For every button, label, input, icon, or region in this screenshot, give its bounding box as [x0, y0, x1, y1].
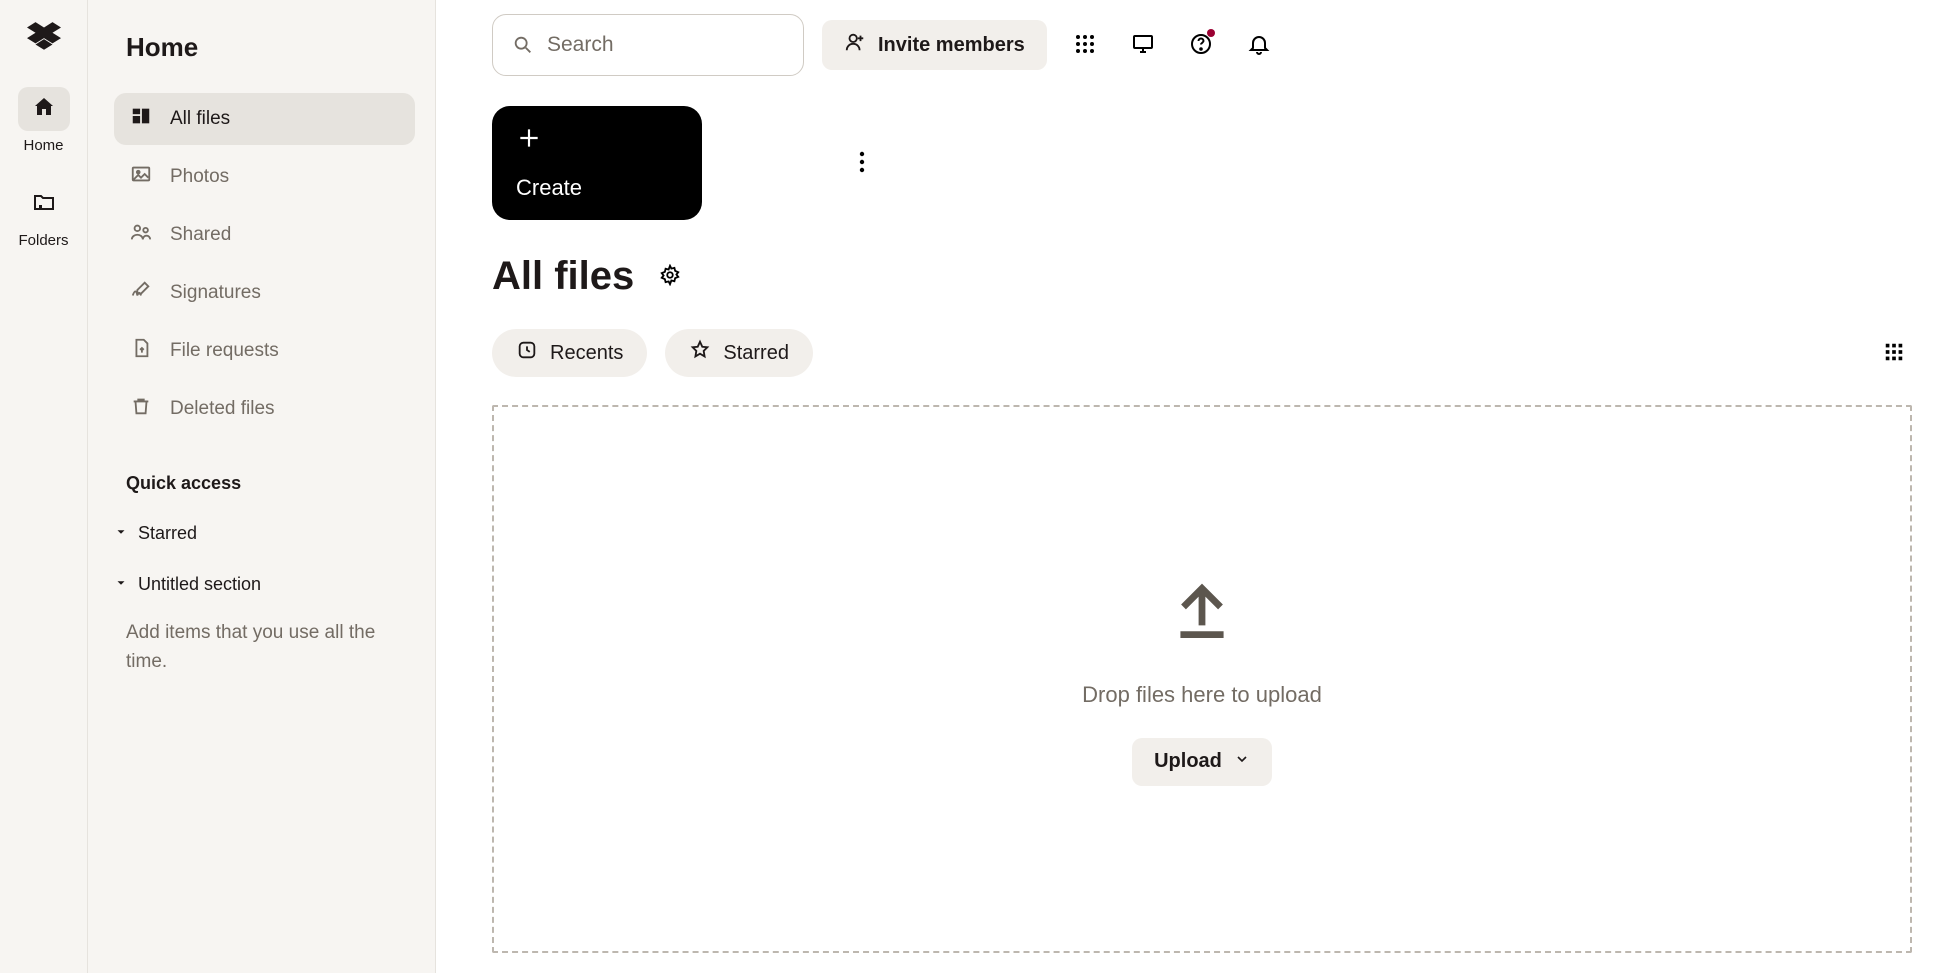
sidebar-item-photos[interactable]: Photos [114, 151, 415, 203]
chevron-down-icon [114, 574, 128, 595]
home-icon [32, 95, 56, 123]
quick-access-section-untitled[interactable]: Untitled section [114, 562, 415, 607]
quick-access-label: Quick access [126, 473, 241, 494]
sidebar-item-label: Photos [170, 166, 229, 188]
sidebar-item-shared[interactable]: Shared [114, 209, 415, 261]
invite-label: Invite members [878, 34, 1025, 57]
action-row: Create [492, 106, 1912, 220]
chevron-down-icon [114, 523, 128, 544]
rail-item-folders[interactable]: Folders [14, 182, 74, 249]
sidebar-item-all-files[interactable]: All files [114, 93, 415, 145]
notification-dot [1207, 29, 1215, 37]
create-button[interactable]: Create [492, 106, 702, 220]
upload-dropzone[interactable]: Drop files here to upload Upload [492, 405, 1912, 953]
upload-label: Upload [1154, 750, 1222, 773]
chip-label: Starred [723, 342, 789, 365]
sidebar-item-deleted-files[interactable]: Deleted files [114, 383, 415, 435]
shared-icon [130, 221, 152, 249]
kebab-icon [859, 150, 865, 177]
dropzone-text: Drop files here to upload [1082, 682, 1322, 708]
sidebar-item-label: Deleted files [170, 398, 275, 420]
topbar: Invite members [492, 10, 1912, 80]
page-title: All files [492, 254, 634, 299]
folder-settings-button[interactable] [654, 261, 686, 293]
search-input[interactable] [492, 14, 804, 76]
gear-icon [659, 264, 681, 289]
dropbox-logo-icon[interactable] [27, 20, 61, 59]
trash-icon [130, 395, 152, 423]
upload-button[interactable]: Upload [1132, 738, 1272, 786]
chip-label: Recents [550, 342, 623, 365]
app-rail: Home Folders [0, 0, 88, 973]
files-icon [130, 105, 152, 133]
section-label: Starred [138, 523, 197, 544]
filter-chips-row: Recents Starred [492, 329, 1912, 377]
search-wrap [492, 14, 804, 76]
notifications-button[interactable] [1239, 25, 1279, 65]
sidebar-item-label: Signatures [170, 282, 261, 304]
clock-icon [516, 339, 538, 367]
help-button[interactable] [1181, 25, 1221, 65]
rail-item-label: Home [23, 137, 63, 154]
quick-access-header: Quick access [114, 441, 415, 505]
add-quick-access-button[interactable] [375, 469, 403, 497]
star-icon [689, 339, 711, 367]
apps-grid-button[interactable] [1065, 25, 1105, 65]
bell-icon [1247, 32, 1271, 59]
page-title-row: All files [492, 254, 1912, 299]
folder-icon [32, 190, 56, 218]
grid-icon [1073, 32, 1097, 59]
photos-icon [130, 163, 152, 191]
grid-view-icon [1883, 341, 1905, 366]
chevron-down-icon [1234, 750, 1250, 773]
sidebar-item-label: Shared [170, 224, 231, 246]
rail-item-label: Folders [18, 232, 68, 249]
section-label: Untitled section [138, 574, 261, 595]
sidebar-item-label: All files [170, 108, 230, 130]
sidebar-item-file-requests[interactable]: File requests [114, 325, 415, 377]
quick-access-hint: Add items that you use all the time. [114, 613, 415, 676]
quick-access-section-starred[interactable]: Starred [114, 511, 415, 556]
chip-starred[interactable]: Starred [665, 329, 813, 377]
more-actions-button[interactable] [842, 143, 882, 183]
sidebar-title: Home [114, 32, 415, 87]
create-label: Create [516, 175, 582, 201]
sidebar-item-signatures[interactable]: Signatures [114, 267, 415, 319]
invite-members-button[interactable]: Invite members [822, 20, 1047, 70]
sidebar: Home All files Photos Shared Signatures … [88, 0, 436, 973]
person-add-icon [844, 31, 866, 59]
sidebar-item-label: File requests [170, 340, 279, 362]
monitor-icon [1131, 32, 1155, 59]
desktop-button[interactable] [1123, 25, 1163, 65]
signatures-icon [130, 279, 152, 307]
plus-icon [516, 125, 542, 157]
chip-recents[interactable]: Recents [492, 329, 647, 377]
rail-item-home[interactable]: Home [14, 87, 74, 154]
file-requests-icon [130, 337, 152, 365]
view-toggle-button[interactable] [1876, 335, 1912, 371]
upload-icon [1165, 573, 1239, 652]
main-content: Invite members [436, 0, 1952, 973]
